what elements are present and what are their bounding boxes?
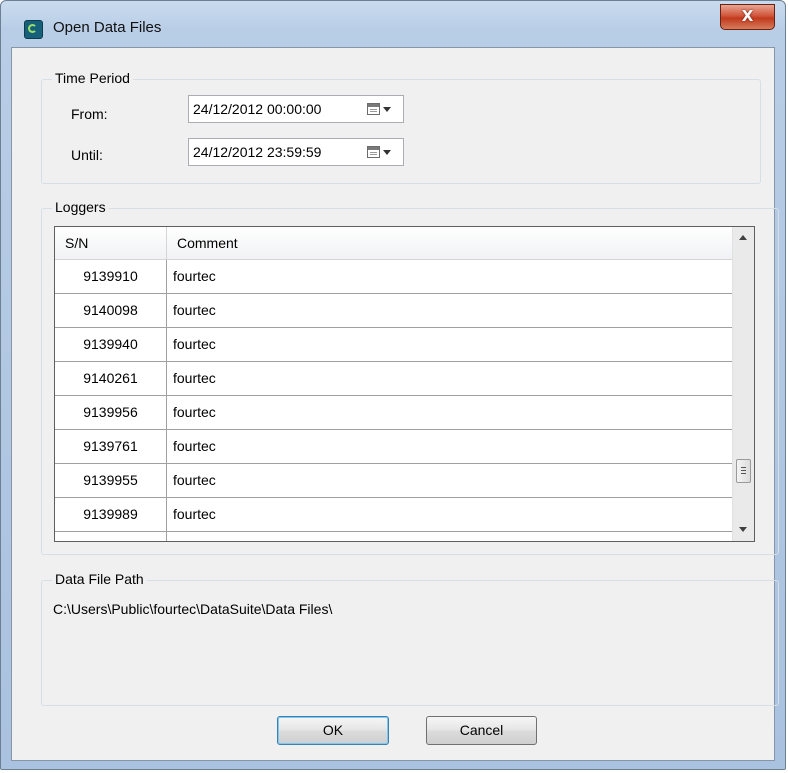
table-row[interactable]: 9139761 fourtec xyxy=(55,430,733,464)
data-file-path-value: C:\Users\Public\fourtec\DataSuite\Data F… xyxy=(53,601,333,617)
vertical-scrollbar[interactable] xyxy=(732,227,754,541)
cell-comment: fourtec xyxy=(173,438,216,454)
table-row[interactable]: 9139955 fourtec xyxy=(55,464,733,498)
cell-sn: 9139955 xyxy=(55,464,167,497)
cell-comment: fourtec xyxy=(173,506,216,522)
scroll-up-arrow-icon[interactable] xyxy=(739,235,747,240)
table-row[interactable]: 9139989 fourtec xyxy=(55,498,733,532)
from-label: From: xyxy=(71,106,108,122)
cell-sn: 9139940 xyxy=(55,328,167,361)
until-date-value: 24/12/2012 23:59:59 xyxy=(193,144,322,160)
calendar-icon[interactable] xyxy=(367,146,380,158)
calendar-icon[interactable] xyxy=(367,103,380,115)
cell-sn: 9139761 xyxy=(55,430,167,463)
from-date-value: 24/12/2012 00:00:00 xyxy=(193,101,322,117)
cell-comment: fourtec xyxy=(173,404,216,420)
cell-comment: fourtec xyxy=(173,336,216,352)
cell-sn: 9139910 xyxy=(55,260,167,293)
scroll-thumb[interactable] xyxy=(736,459,751,483)
cell-comment: fourtec xyxy=(173,370,216,386)
cell-comment: fourtec xyxy=(173,472,216,488)
table-row[interactable]: 9140098 fourtec xyxy=(55,294,733,328)
cancel-button[interactable]: Cancel xyxy=(426,716,537,745)
cell-comment: fourtec xyxy=(173,302,216,318)
loggers-table-body: S/N Comment 9139910 fourtec 9140098 four… xyxy=(55,227,733,541)
scroll-down-arrow-icon[interactable] xyxy=(739,527,747,532)
table-row[interactable]: 9139956 fourtec xyxy=(55,396,733,430)
chevron-down-icon[interactable] xyxy=(383,150,391,155)
loggers-title: Loggers xyxy=(52,199,109,215)
title-bar[interactable]: Open Data Files X xyxy=(1,1,787,41)
table-row[interactable]: 9140261 fourtec xyxy=(55,362,733,396)
cell-sn: 9140098 xyxy=(55,294,167,327)
table-row[interactable]: 9139940 fourtec xyxy=(55,328,733,362)
cell-comment: fourtec xyxy=(173,268,216,284)
data-file-path-title: Data File Path xyxy=(52,571,147,587)
close-button[interactable]: X xyxy=(720,4,775,30)
cell-sn: 9139956 xyxy=(55,396,167,429)
table-row[interactable]: 9140045 fourtec xyxy=(55,532,733,541)
cell-sn: 9139989 xyxy=(55,498,167,531)
data-file-path-group: Data File Path xyxy=(41,571,779,706)
window-title: Open Data Files xyxy=(53,19,162,36)
until-label: Until: xyxy=(71,147,103,163)
app-logo-icon xyxy=(24,20,43,39)
table-row[interactable]: 9139910 fourtec xyxy=(55,260,733,294)
time-period-title: Time Period xyxy=(52,70,133,86)
table-header: S/N Comment xyxy=(55,227,733,260)
ok-button[interactable]: OK xyxy=(277,716,389,745)
loggers-table[interactable]: S/N Comment 9139910 fourtec 9140098 four… xyxy=(54,226,755,542)
cell-sn: 9140045 xyxy=(55,532,167,541)
column-header-sn[interactable]: S/N xyxy=(55,227,167,259)
until-date-picker[interactable]: 24/12/2012 23:59:59 xyxy=(188,138,404,166)
cell-sn: 9140261 xyxy=(55,362,167,395)
cell-comment: fourtec xyxy=(173,532,216,541)
dialog-window: Open Data Files X Time Period From: 24/1… xyxy=(0,0,786,770)
close-icon: X xyxy=(741,7,754,25)
column-header-comment[interactable]: Comment xyxy=(167,227,733,259)
from-date-picker[interactable]: 24/12/2012 00:00:00 xyxy=(188,95,404,123)
chevron-down-icon[interactable] xyxy=(383,107,391,112)
